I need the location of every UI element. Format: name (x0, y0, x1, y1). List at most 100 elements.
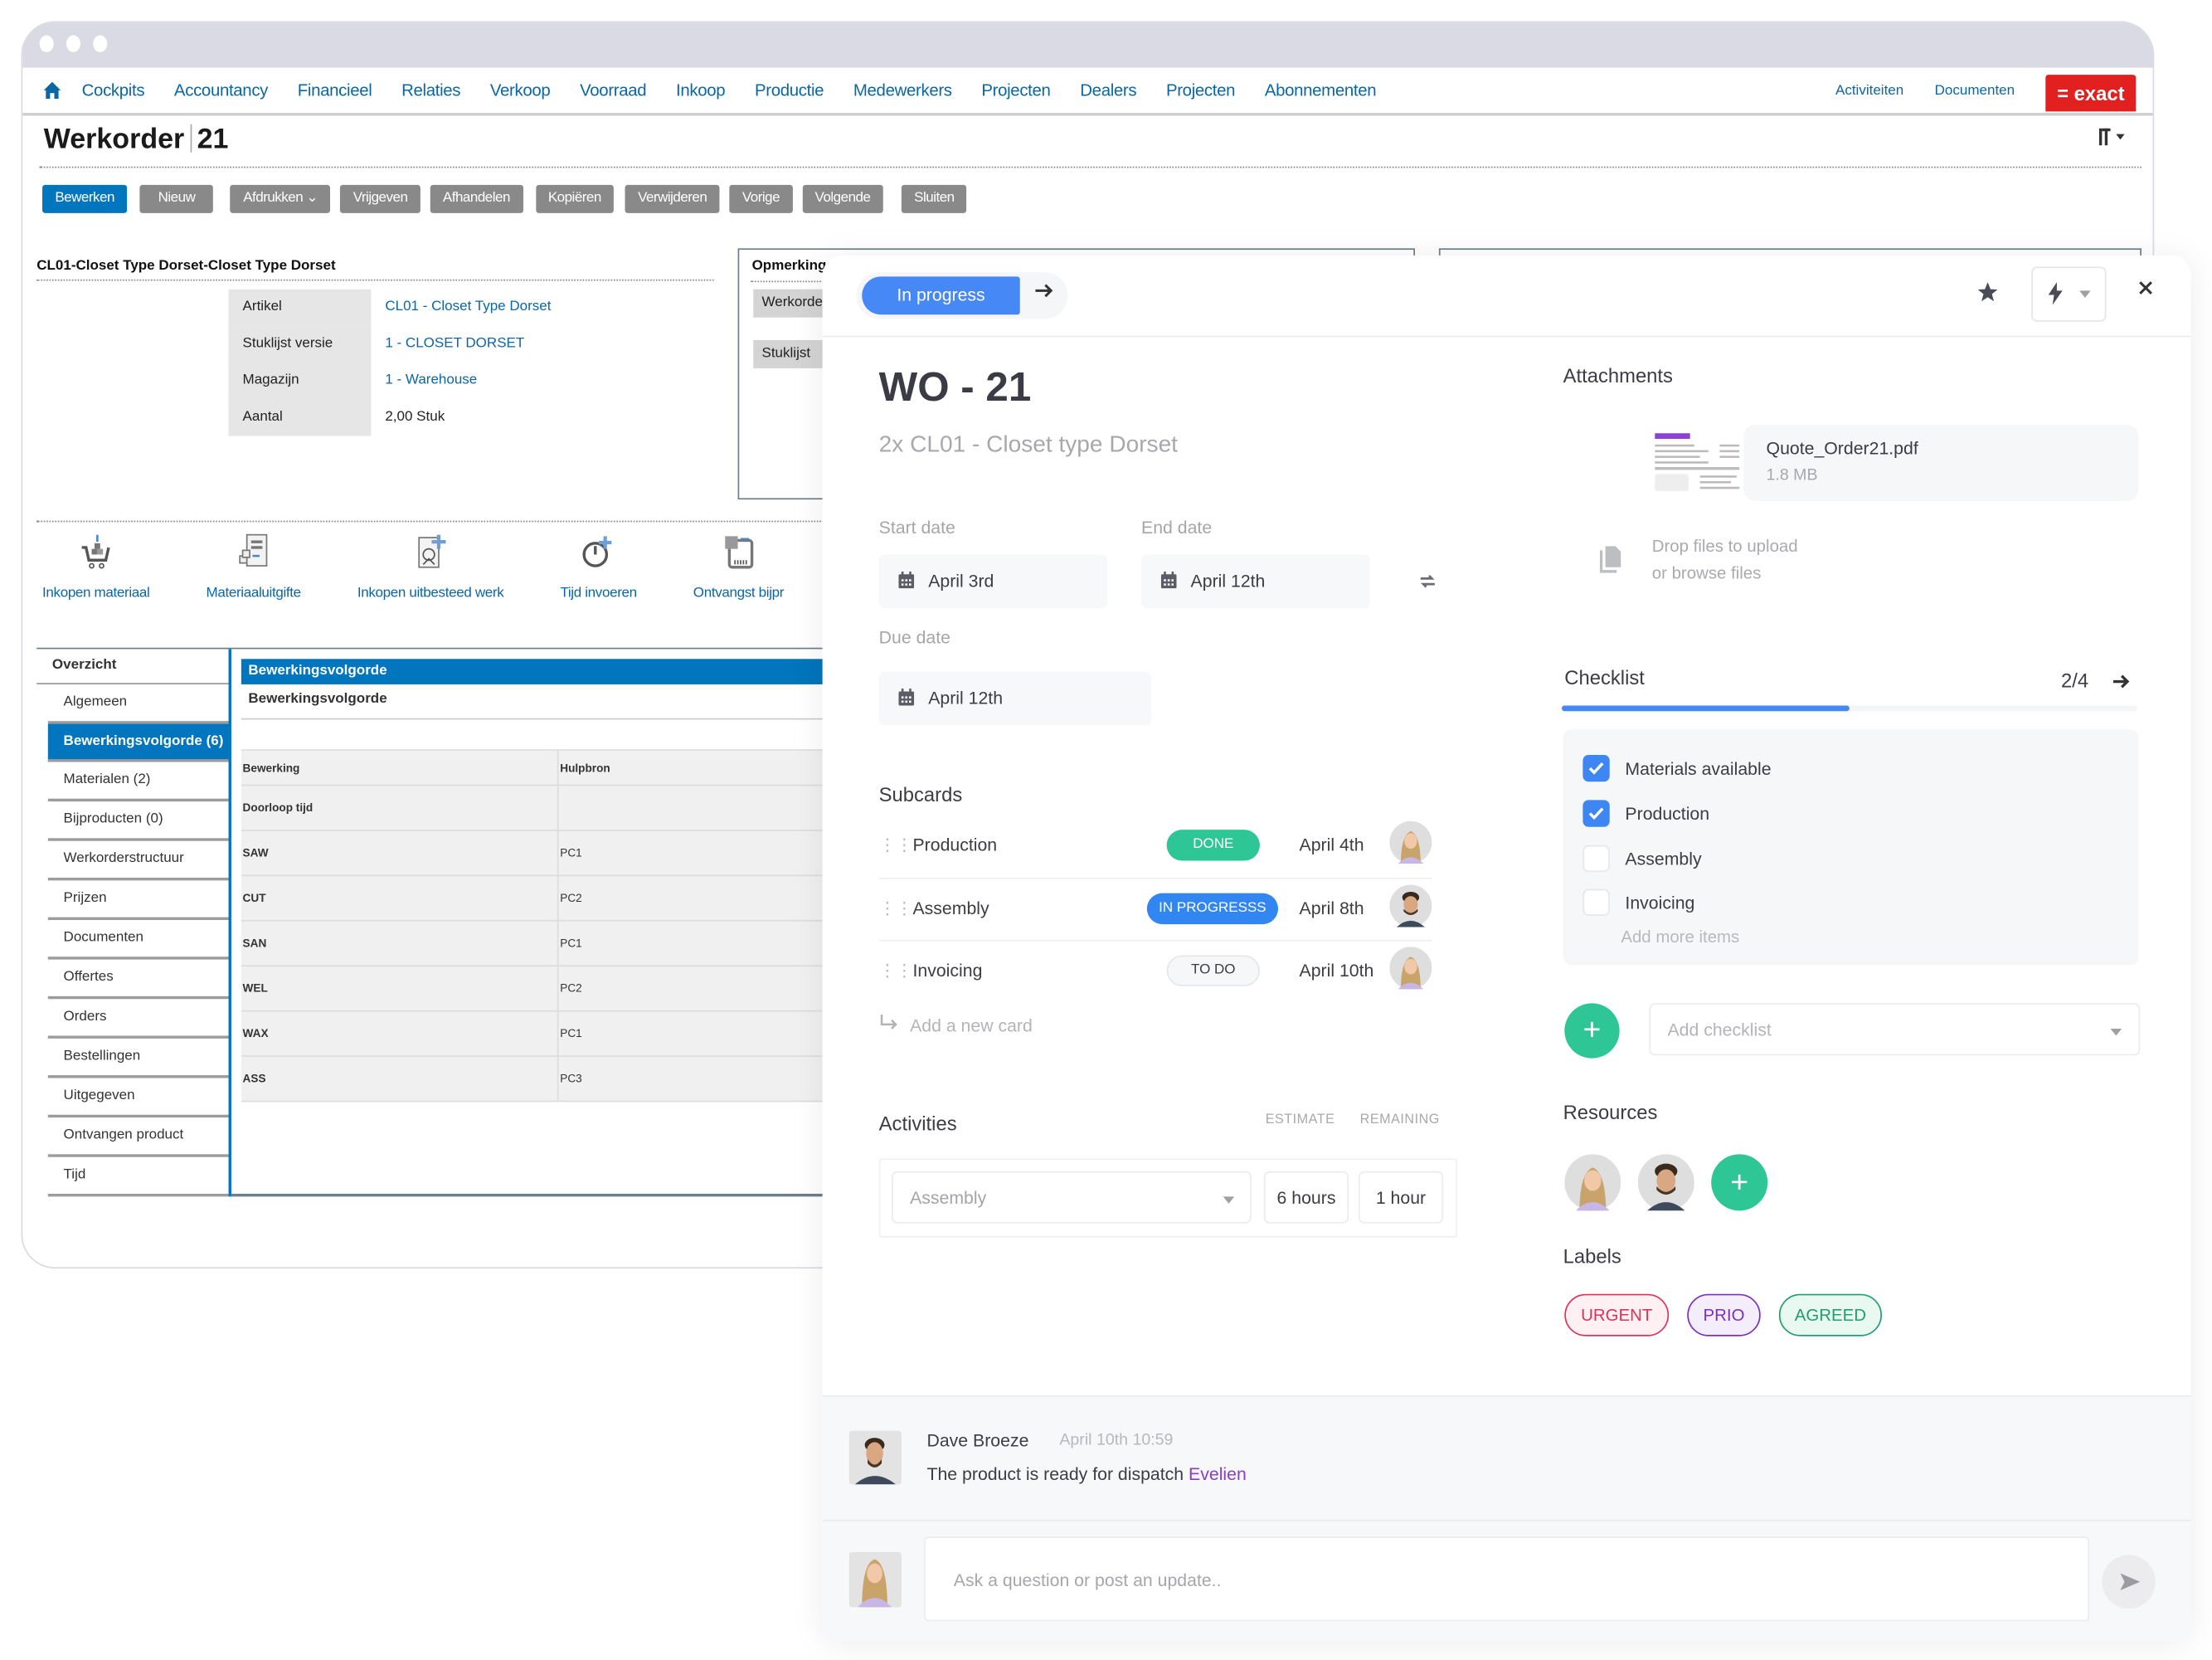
sidebar-item-bewerkingsvolgorde[interactable]: Bewerkingsvolgorde (6) (47, 723, 229, 762)
add-checklist-select[interactable]: Add checklist (1649, 1003, 2141, 1056)
nav-activiteiten[interactable]: Activiteiten (1835, 83, 1903, 99)
column-header-hulpbron[interactable]: Hulpbron (557, 749, 848, 786)
exact-logo[interactable]: = exact (2045, 75, 2137, 112)
nav-inkoop[interactable]: Inkoop (676, 80, 726, 100)
resource-avatar-man[interactable] (1637, 1154, 1694, 1218)
comment-input[interactable]: Ask a question or post an update.. (924, 1536, 2090, 1622)
property-link[interactable]: 1 - CLOSET DORSET (371, 326, 524, 363)
home-icon[interactable] (42, 80, 62, 100)
checkbox-unchecked[interactable] (1582, 888, 1610, 916)
checklist-item[interactable]: Assembly (1582, 845, 1702, 873)
window-dot-close[interactable] (39, 35, 54, 52)
sort-options-icon[interactable] (2097, 127, 2127, 151)
nav-voorraad[interactable]: Voorraad (580, 80, 646, 100)
avatar-man[interactable] (1389, 884, 1432, 934)
browse-files-link[interactable]: or browse files (1652, 560, 1798, 587)
sidebar-item-tijd[interactable]: Tijd (47, 1157, 229, 1197)
subcard-row[interactable]: ⋮⋮ Assembly IN PROGRESSS April 8th (879, 878, 1432, 940)
comment-mention[interactable]: Evelien (1189, 1465, 1247, 1485)
comment-author[interactable]: Dave Broeze (926, 1431, 1028, 1451)
sidebar-item-ontvangen-product[interactable]: Ontvangen product (47, 1117, 229, 1157)
add-card-link[interactable]: Add a new card (879, 1014, 1033, 1035)
nieuw-button[interactable]: Nieuw (139, 184, 214, 213)
add-more-items-input[interactable]: Add more items (1621, 927, 1739, 947)
drag-handle-icon[interactable]: ⋮⋮ (879, 961, 913, 981)
avatar-woman[interactable] (1389, 946, 1432, 996)
sidebar-item-werkorderstructuur[interactable]: Werkorderstructuur (47, 841, 229, 881)
afhandelen-button[interactable]: Afhandelen (430, 184, 523, 213)
send-button[interactable] (2102, 1555, 2156, 1609)
nav-productie[interactable]: Productie (755, 80, 824, 100)
sluiten-button[interactable]: Sluiten (901, 184, 967, 213)
table-row[interactable]: CUT PC2 (241, 875, 848, 922)
verwijderen-button[interactable]: Verwijderen (625, 184, 720, 213)
action-inkopen-uitbesteed-werk[interactable]: Inkopen uitbesteed werk (357, 533, 504, 601)
action-tijd-invoeren[interactable]: Tijd invoeren (560, 533, 637, 601)
next-status-arrow-icon[interactable] (1034, 280, 1054, 303)
status-button[interactable]: In progress (862, 276, 1020, 315)
table-row[interactable]: SAW PC1 (241, 830, 848, 877)
status-badge[interactable]: DONE (1166, 830, 1260, 861)
checklist-item[interactable]: Invoicing (1582, 888, 1694, 916)
table-row[interactable]: ASS PC3 (241, 1056, 848, 1103)
close-icon[interactable] (2137, 275, 2154, 304)
sidebar-item-uitgegeven[interactable]: Uitgegeven (47, 1078, 229, 1118)
table-row[interactable]: WEL PC2 (241, 966, 848, 1012)
repeat-icon[interactable] (1417, 572, 1437, 598)
checkbox-checked[interactable] (1582, 754, 1610, 782)
automation-dropdown[interactable] (2031, 266, 2107, 322)
attachment-item[interactable]: Quote_Order21.pdf 1.8 MB (1655, 424, 2139, 501)
vorige-button[interactable]: Vorige (729, 184, 793, 213)
afdrukken-button[interactable]: Afdrukken ⌄ (230, 184, 331, 213)
action-inkopen-materiaal[interactable]: Inkopen materiaal (42, 533, 150, 601)
sidebar-head[interactable]: Overzicht (36, 649, 229, 684)
sidebar-item-orders[interactable]: Orders (47, 999, 229, 1039)
label-urgent[interactable]: URGENT (1564, 1293, 1670, 1336)
table-row[interactable]: Doorloop tijd (241, 785, 848, 831)
nav-financieel[interactable]: Financieel (298, 80, 372, 100)
status-badge[interactable]: TO DO (1166, 955, 1260, 986)
arrow-right-icon[interactable] (2112, 672, 2132, 698)
sidebar-item-documenten[interactable]: Documenten (47, 920, 229, 960)
checklist-item[interactable]: Materials available (1582, 754, 1772, 782)
drag-handle-icon[interactable]: ⋮⋮ (879, 898, 913, 918)
vrijgeven-button[interactable]: Vrijgeven (340, 184, 421, 213)
label-agreed[interactable]: AGREED (1778, 1293, 1883, 1336)
volgende-button[interactable]: Volgende (802, 184, 883, 213)
sidebar-item-materialen[interactable]: Materialen (2) (47, 762, 229, 802)
action-ontvangst-bijproduct[interactable]: Ontvangst bijpr (693, 533, 784, 601)
star-icon[interactable] (1976, 280, 1999, 310)
window-dot-maximize[interactable] (93, 35, 108, 52)
add-checklist-button[interactable]: + (1564, 1003, 1620, 1059)
drag-handle-icon[interactable]: ⋮⋮ (879, 835, 913, 855)
nav-dealers[interactable]: Dealers (1080, 80, 1136, 100)
kopieren-button[interactable]: Kopiëren (535, 184, 615, 213)
checklist-item[interactable]: Production (1582, 800, 1709, 827)
nav-relaties[interactable]: Relaties (401, 80, 460, 100)
property-link[interactable]: CL01 - Closet Type Dorset (371, 290, 551, 326)
resource-avatar-woman[interactable] (1564, 1154, 1621, 1218)
nav-documenten[interactable]: Documenten (1935, 83, 2015, 99)
property-link[interactable]: 1 - Warehouse (371, 363, 477, 399)
nav-projecten-2[interactable]: Projecten (1166, 80, 1236, 100)
nav-abonnementen[interactable]: Abonnementen (1265, 80, 1377, 100)
remaining-input[interactable]: 1 hour (1358, 1171, 1444, 1224)
start-date-field[interactable]: April 3rd (878, 554, 1108, 609)
subcard-row[interactable]: ⋮⋮ Invoicing TO DO April 10th (879, 940, 1432, 1002)
estimate-input[interactable]: 6 hours (1264, 1171, 1349, 1224)
due-date-field[interactable]: April 12th (878, 671, 1151, 726)
table-row[interactable]: SAN PC1 (241, 920, 848, 967)
comment-author-avatar[interactable] (848, 1430, 902, 1485)
nav-accountancy[interactable]: Accountancy (174, 80, 268, 100)
add-resource-button[interactable]: + (1711, 1154, 1768, 1211)
checkbox-checked[interactable] (1582, 800, 1610, 827)
end-date-field[interactable]: April 12th (1141, 554, 1370, 609)
activity-select[interactable]: Assembly (891, 1171, 1252, 1224)
checkbox-unchecked[interactable] (1582, 845, 1610, 873)
attachment-name[interactable]: Quote_Order21.pdf (1767, 439, 1918, 459)
subcard-row[interactable]: ⋮⋮ Production DONE April 4th (879, 814, 1432, 876)
sidebar-item-bestellingen[interactable]: Bestellingen (47, 1039, 229, 1078)
window-dot-minimize[interactable] (66, 35, 80, 52)
status-badge[interactable]: IN PROGRESSS (1146, 893, 1279, 925)
sidebar-item-algemeen[interactable]: Algemeen (47, 684, 229, 724)
